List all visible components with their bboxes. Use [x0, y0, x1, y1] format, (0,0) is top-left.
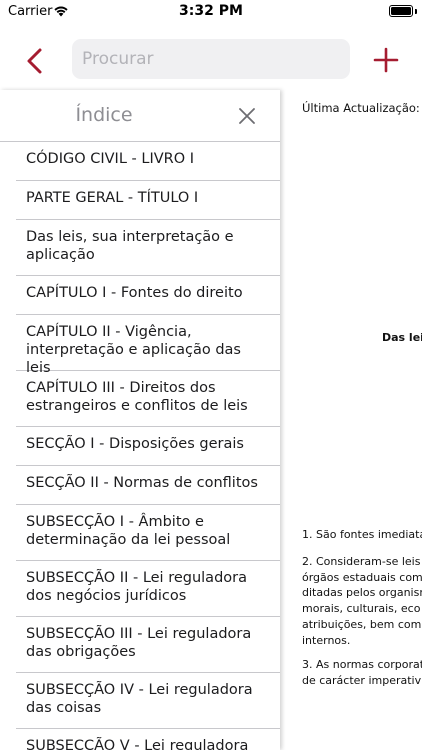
index-item[interactable]: SUBSECÇÃO III - Lei reguladora das obrig… [16, 617, 280, 673]
index-item[interactable]: CAPÍTULO III - Direitos dos estrangeiros… [16, 371, 280, 427]
paragraph-line: morais, culturais, eco [302, 602, 421, 616]
index-item[interactable]: SECÇÃO I - Disposições gerais [16, 427, 280, 466]
document-heading: Das leis [382, 331, 422, 344]
index-item[interactable]: SUBSECÇÃO II - Lei reguladora dos negóci… [16, 561, 280, 617]
plus-icon[interactable] [370, 44, 402, 76]
index-item[interactable]: CAPÍTULO II - Vigência, interpretação e … [16, 315, 280, 376]
index-item[interactable]: PARTE GERAL - TÍTULO I [16, 181, 280, 220]
paragraph-line: de carácter imperativ [302, 673, 422, 687]
last-updated-label: Última Actualização: I [302, 101, 422, 115]
document-paragraph: 1. São fontes imediata [302, 527, 422, 543]
nav-bar [0, 24, 422, 90]
paragraph-line: internos. [302, 633, 351, 647]
index-header: Índice [0, 90, 280, 142]
index-item[interactable]: SUBSECÇÃO IV - Lei reguladora das coisas [16, 673, 280, 729]
index-item[interactable]: SECÇÃO II - Normas de conflitos [16, 466, 280, 505]
document-pane: Última Actualização: I Das leis 1. São f… [280, 90, 422, 750]
status-bar: Carrier 3:32 PM [0, 0, 422, 24]
chevron-left-icon[interactable] [18, 44, 52, 78]
battery-icon [389, 5, 413, 17]
paragraph-line: atribuições, bem come [302, 617, 422, 631]
close-icon[interactable] [236, 105, 258, 127]
index-panel: Índice CÓDIGO CIVIL - LIVRO I PARTE GERA… [0, 90, 280, 750]
index-title: Índice [75, 104, 133, 126]
index-item[interactable]: SUBSECÇÃO V - Lei reguladora das [16, 729, 280, 750]
paragraph-line: 3. As normas corporat [302, 658, 422, 671]
index-item[interactable]: CÓDIGO CIVIL - LIVRO I [16, 142, 280, 181]
status-time: 3:32 PM [179, 3, 243, 19]
battery-tip [415, 9, 417, 14]
paragraph-line: órgãos estaduais comp [302, 570, 422, 584]
index-item[interactable]: CAPÍTULO I - Fontes do direito [16, 276, 280, 315]
search-field[interactable] [72, 39, 350, 79]
document-paragraph: 2. Consideram-se leis órgãos estaduais c… [302, 554, 422, 648]
paragraph-line: ditadas pelos organism [302, 586, 422, 600]
index-item[interactable]: Das leis, sua interpretação e aplicação [16, 220, 280, 276]
index-item[interactable]: SUBSECÇÃO I - Âmbito e determinação da l… [16, 505, 280, 561]
index-list: CÓDIGO CIVIL - LIVRO I PARTE GERAL - TÍT… [16, 142, 280, 750]
paragraph-line: 1. São fontes imediata [302, 528, 422, 541]
paragraph-line: 2. Consideram-se leis [302, 555, 421, 568]
document-paragraph: 3. As normas corporat de carácter impera… [302, 657, 422, 688]
search-input[interactable] [72, 39, 350, 79]
